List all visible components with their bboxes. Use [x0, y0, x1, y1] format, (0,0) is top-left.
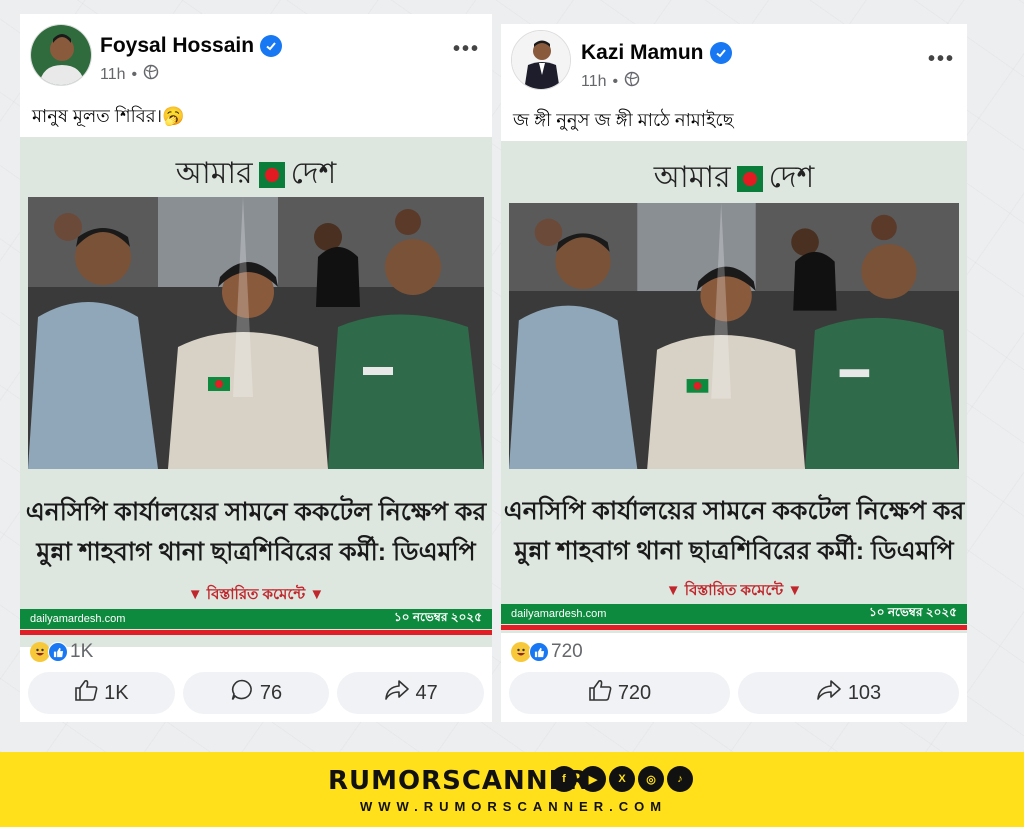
like-reaction-icon [529, 642, 549, 662]
post-header: Foysal Hossain 11h • ••• [20, 14, 492, 94]
brand-url[interactable]: WWW.RUMORSCANNER.COM [360, 799, 667, 814]
details-text: বিস্তারিত কমেন্টে [684, 582, 784, 599]
headline-line-1: এনসিপি কার্যালয়ের সামনে ককটেল নিক্ষেপ ক… [25, 498, 487, 526]
news-headline: এনসিপি কার্যালয়ের সামনে ককটেল নিক্ষেপ ক… [20, 492, 492, 572]
news-date: ১০ নভেম্বর ২০২৫ [868, 605, 957, 619]
red-divider [501, 625, 967, 630]
triangle-down-icon: ▼ [309, 586, 325, 603]
brand-name: RUMORSCANNER [328, 766, 589, 796]
share-count: 103 [847, 681, 882, 704]
news-date: ১০ নভেম্বর ২০২৫ [393, 610, 482, 624]
globe-icon [624, 71, 640, 92]
author-name-text[interactable]: Kazi Mamun [581, 41, 704, 65]
author-name[interactable]: Kazi Mamun [581, 41, 732, 65]
action-bar: 720 103 [509, 672, 959, 714]
flag-logo-icon [258, 161, 285, 188]
post-caption: মানুষ মূলত শিবির।🥱 [32, 106, 185, 126]
share-icon [384, 679, 410, 707]
flag-logo-icon [736, 165, 763, 192]
post-header: Kazi Mamun 11h • ••• [501, 24, 967, 104]
comment-icon [230, 678, 254, 708]
like-count: 720 [617, 681, 652, 704]
newspaper-masthead: আমার দেশ [20, 149, 492, 200]
news-footer-bar: dailyamardesh.com ১০ নভেম্বর ২০২৫ [20, 609, 492, 629]
author-name[interactable]: Foysal Hossain [100, 34, 283, 58]
triangle-down-icon: ▼ [665, 582, 681, 599]
dot-separator: • [131, 65, 138, 83]
haha-reaction-icon [511, 642, 531, 662]
site-name: dailyamardesh.com [30, 613, 126, 625]
like-button[interactable]: 720 [509, 672, 730, 714]
post-time[interactable]: 11h [581, 73, 607, 91]
like-icon [588, 679, 612, 707]
more-options-icon[interactable]: ••• [928, 48, 955, 71]
reaction-count: 1K [70, 641, 94, 662]
like-button[interactable]: 1K [28, 672, 175, 714]
post-meta: 11h • [581, 71, 640, 92]
reaction-summary[interactable]: 720 [511, 641, 583, 663]
action-bar: 1K 76 47 [28, 672, 485, 714]
like-icon [74, 679, 98, 707]
like-reaction-icon [48, 642, 68, 662]
reaction-count: 720 [551, 641, 583, 662]
share-button[interactable]: 47 [337, 672, 485, 714]
share-button[interactable]: 103 [738, 672, 959, 714]
like-count: 1K [104, 681, 129, 704]
site-name: dailyamardesh.com [511, 608, 607, 620]
headline-line-1: এনসিপি কার্যালয়ের সামনে ককটেল নিক্ষেপ ক… [503, 497, 965, 525]
news-card[interactable]: আমার দেশ এনসিপি কার্যালয়ের সামনে ককটেল … [501, 141, 967, 633]
x-icon[interactable]: X [609, 766, 635, 792]
tiktok-icon[interactable]: ♪ [667, 766, 693, 792]
dot-separator: • [612, 72, 619, 90]
post-time[interactable]: 11h [100, 66, 126, 84]
triangle-down-icon: ▼ [787, 582, 803, 599]
globe-icon [143, 64, 159, 85]
haha-reaction-icon [30, 642, 50, 662]
facebook-post-right: Kazi Mamun 11h • ••• জ ঙ্গী নুনুস জ ঙ্গী… [501, 24, 967, 722]
post-meta: 11h • [100, 64, 159, 85]
headline-line-2: মুন্না শাহবাগ থানা ছাত্রশিবিরের কর্মী: ড… [514, 537, 954, 565]
news-photo [28, 197, 484, 469]
news-headline: এনসিপি কার্যালয়ের সামনে ককটেল নিক্ষেপ ক… [501, 491, 967, 571]
facebook-icon[interactable]: f [551, 766, 577, 792]
red-divider [20, 630, 492, 635]
comment-button[interactable]: 76 [182, 672, 330, 714]
triangle-down-icon: ▼ [187, 586, 203, 603]
more-options-icon[interactable]: ••• [453, 38, 480, 61]
comment-count: 76 [259, 681, 283, 704]
masthead-left: আমার [175, 156, 253, 191]
facebook-post-left: Foysal Hossain 11h • ••• মানুষ মূলত শিবি… [20, 14, 492, 722]
newspaper-masthead: আমার দেশ [501, 153, 967, 204]
social-icons: f ▶ X ◎ ♪ [551, 766, 693, 792]
post-caption: জ ঙ্গী নুনুস জ ঙ্গী মাঠে নামাইছে [513, 110, 734, 130]
verified-badge-icon [709, 42, 732, 64]
share-count: 47 [415, 681, 438, 704]
author-name-text[interactable]: Foysal Hossain [100, 34, 254, 58]
headline-line-2: মুন্না শাহবাগ থানা ছাত্রশিবিরের কর্মী: ড… [36, 538, 476, 566]
news-footer-bar: dailyamardesh.com ১০ নভেম্বর ২০২৫ [501, 604, 967, 624]
youtube-icon[interactable]: ▶ [580, 766, 606, 792]
details-note: ▼ বিস্তারিত কমেন্টে ▼ [501, 579, 967, 604]
avatar[interactable] [30, 24, 92, 86]
masthead-right: দেশ [290, 156, 337, 191]
verified-badge-icon [260, 35, 283, 57]
details-note: ▼ বিস্তারিত কমেন্টে ▼ [20, 583, 492, 608]
news-photo [509, 203, 959, 469]
details-text: বিস্তারিত কমেন্টে [206, 586, 306, 603]
reaction-summary[interactable]: 1K [30, 641, 93, 663]
avatar[interactable] [511, 30, 571, 90]
masthead-left: আমার [653, 160, 731, 195]
news-card[interactable]: আমার দেশ এনসিপি কার্যালয়ের সামনে ককটেল … [20, 137, 492, 647]
masthead-right: দেশ [768, 160, 815, 195]
share-icon [816, 679, 842, 707]
brand-bar: RUMORSCANNER f ▶ X ◎ ♪ WWW.RUMORSCANNER.… [0, 752, 1024, 827]
instagram-icon[interactable]: ◎ [638, 766, 664, 792]
